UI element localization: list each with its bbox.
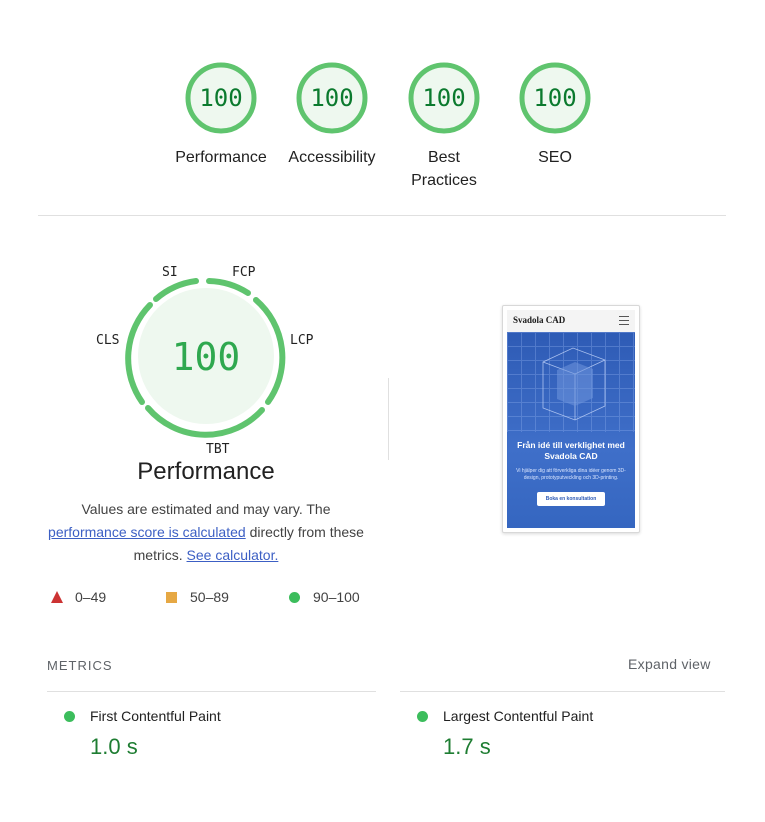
category-gauges: 100 Performance 100 Accessibility 100 Be… — [0, 60, 765, 200]
score-legend: 0–49 50–89 90–100 — [0, 588, 400, 608]
legend-pass-label: 90–100 — [313, 589, 360, 605]
screenshot-brand: Svadola CAD — [513, 315, 566, 325]
gauge-label: Performance — [175, 149, 267, 166]
metric-label-si: SI — [162, 265, 178, 280]
gauge-score: 100 — [310, 84, 354, 112]
gauge-score: 100 — [199, 84, 243, 112]
gauge-performance[interactable]: 100 Performance — [165, 60, 277, 169]
square-icon — [166, 592, 177, 603]
screenshot-body: Vi hjälper dig att förverkliga dina idée… — [516, 468, 626, 481]
performance-title: Performance — [137, 458, 275, 485]
metric-label-cls: CLS — [96, 333, 120, 348]
gauge-ring: 100 — [517, 60, 593, 136]
hamburger-icon — [619, 316, 629, 325]
metric-label-fcp: FCP — [232, 265, 256, 280]
gauge-ring: 100 — [294, 60, 370, 136]
screenshot-hero: Från idé till verklighet med Svadola CAD… — [507, 332, 635, 528]
gauge-score: 100 — [533, 84, 577, 112]
gauge-ring: 100 — [406, 60, 482, 136]
expand-view-toggle[interactable]: Expand view — [628, 656, 711, 672]
triangle-icon — [51, 591, 63, 603]
metric-label-tbt: TBT — [206, 442, 230, 457]
metrics-heading: METRICS — [47, 658, 113, 673]
section-divider — [38, 215, 726, 216]
pass-circle-icon — [417, 711, 428, 722]
cube-icon — [542, 347, 606, 421]
screenshot-cta-button: Boka en konsultation — [537, 492, 605, 506]
performance-description: Values are estimated and may vary. The p… — [40, 498, 372, 567]
metric-name: Largest Contentful Paint — [443, 708, 594, 724]
performance-score: 100 — [171, 335, 241, 379]
gauge-best-practices[interactable]: 100 Best Practices — [388, 60, 500, 192]
gauge-label: Accessibility — [288, 149, 376, 166]
gauge-ring: 100 — [183, 60, 259, 136]
calculator-link[interactable]: See calculator. — [187, 547, 279, 563]
final-screenshot[interactable]: Svadola CAD Från idé till verklighet med… — [502, 305, 640, 533]
metric-value: 1.7 s — [443, 734, 491, 759]
vertical-divider — [388, 378, 389, 460]
metric-value: 1.0 s — [90, 734, 138, 759]
gauge-seo[interactable]: 100 SEO — [499, 60, 611, 169]
metric-name: First Contentful Paint — [90, 708, 221, 724]
gauge-score: 100 — [422, 84, 466, 112]
metric-label-lcp: LCP — [290, 333, 314, 348]
metrics-divider-right — [400, 691, 725, 692]
gauge-label: SEO — [538, 149, 572, 166]
score-calculation-link[interactable]: performance score is calculated — [48, 524, 246, 540]
performance-gauge: 100 SI FCP LCP TBT CLS — [96, 262, 316, 462]
screenshot-header: Svadola CAD — [507, 310, 635, 332]
metrics-divider-left — [47, 691, 376, 692]
screenshot-headline: Från idé till verklighet med Svadola CAD — [517, 440, 625, 461]
pass-circle-icon — [64, 711, 75, 722]
legend-average-label: 50–89 — [190, 589, 229, 605]
desc-text: Values are estimated and may vary. The — [81, 501, 331, 517]
gauge-label: Best Practices — [411, 149, 477, 189]
circle-icon — [289, 592, 300, 603]
legend-fail-label: 0–49 — [75, 589, 107, 605]
gauge-accessibility[interactable]: 100 Accessibility — [276, 60, 388, 169]
